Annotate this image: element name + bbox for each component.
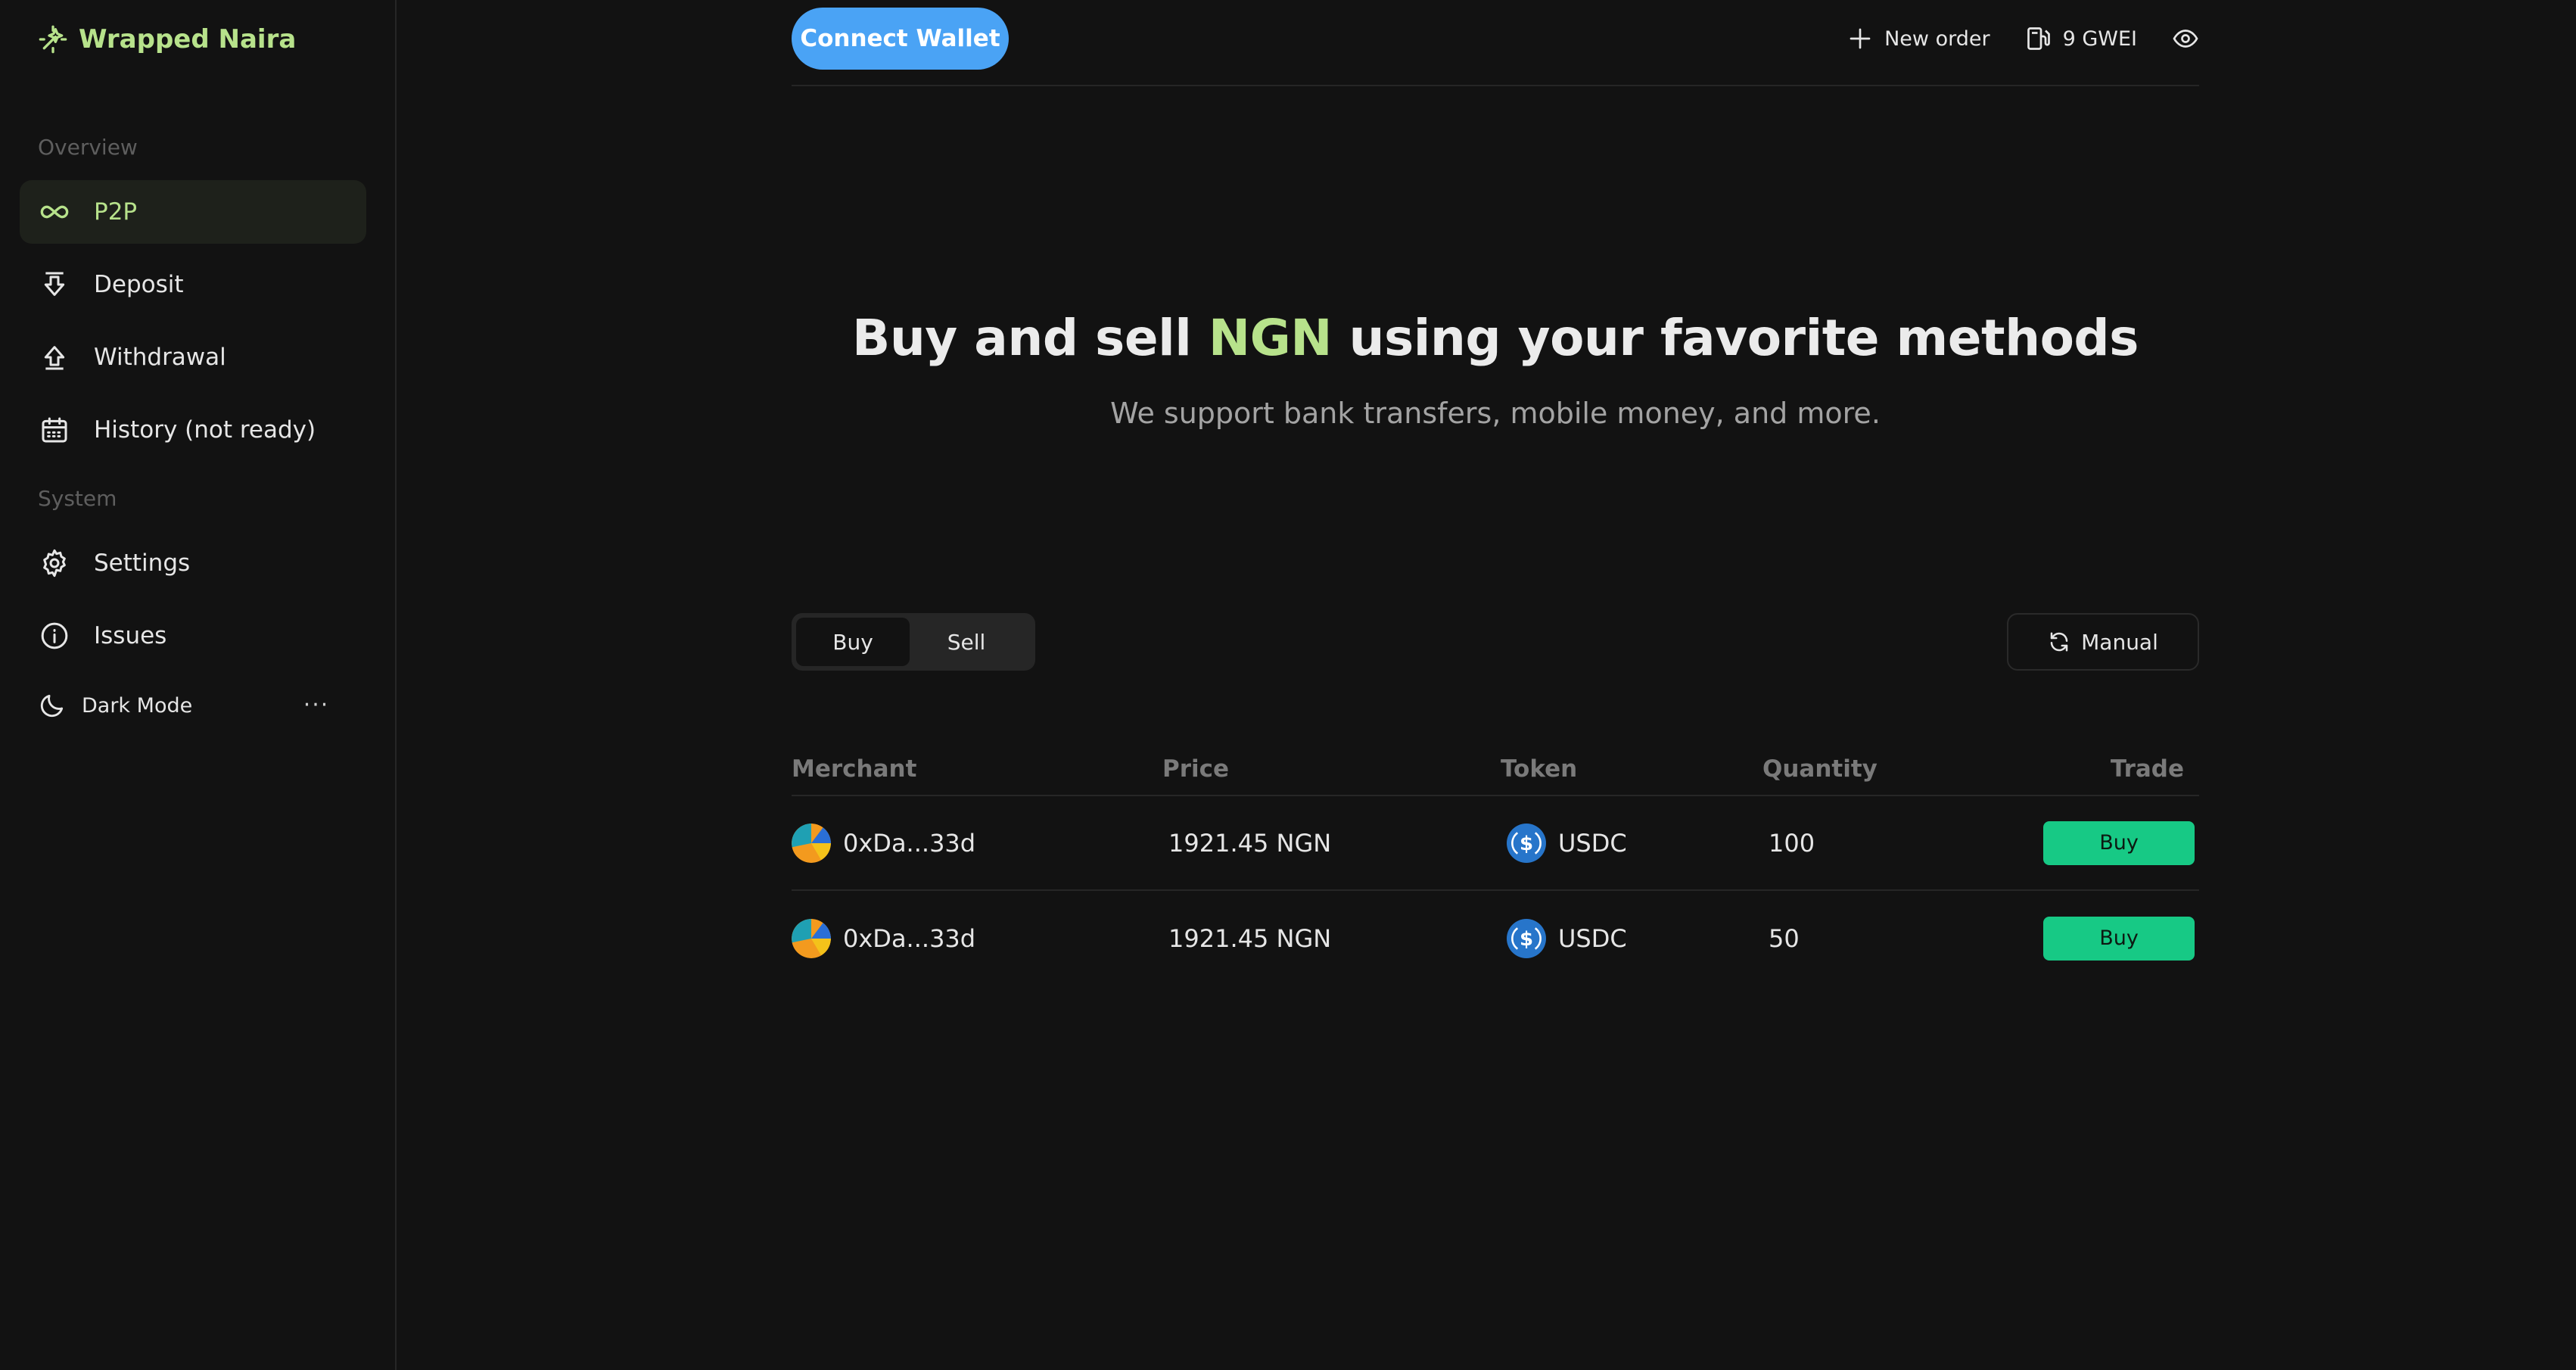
- gear-icon: [38, 546, 71, 580]
- merchant-avatar: [792, 823, 831, 863]
- price-cell: 1921.45 NGN: [1168, 828, 1332, 858]
- table-row: 0xDa...33d 1921.45 NGN $ USDC 50 Buy: [792, 891, 2199, 985]
- merchant-address: 0xDa...33d: [843, 923, 976, 953]
- gas-price-indicator: 9 GWEI: [2025, 25, 2137, 52]
- svg-text:$: $: [1520, 833, 1533, 855]
- trade-cell: Buy: [1990, 820, 2199, 865]
- sidebar-item-label: Deposit: [94, 271, 184, 298]
- new-order-label: New order: [1884, 26, 1990, 51]
- app-root: Wrapped Naira Overview P2P Deposit Withd…: [0, 0, 2576, 1370]
- brand-name: Wrapped Naira: [79, 24, 297, 54]
- sidebar: Wrapped Naira Overview P2P Deposit Withd…: [0, 0, 397, 1370]
- new-order-button[interactable]: New order: [1846, 25, 1990, 52]
- price-cell: 1921.45 NGN: [1168, 923, 1332, 953]
- sidebar-item-label: History (not ready): [94, 416, 316, 444]
- column-header-quantity: Quantity: [1762, 755, 1878, 783]
- dark-mode-toggle[interactable]: Dark Mode: [38, 684, 333, 727]
- usdc-icon: $: [1507, 823, 1546, 863]
- moon-icon: [40, 694, 64, 718]
- merchant-avatar: [792, 918, 831, 958]
- fuel-pump-icon: [2027, 27, 2050, 50]
- token-symbol: USDC: [1558, 828, 1627, 858]
- sidebar-item-deposit[interactable]: Deposit: [20, 253, 366, 316]
- quantity-cell: 100: [1769, 828, 1815, 858]
- column-header-trade: Trade: [2110, 755, 2184, 783]
- eye-icon: [2173, 30, 2198, 48]
- hero-title: Buy and sell NGN using your favorite met…: [792, 309, 2199, 367]
- column-header-token: Token: [1501, 755, 1578, 783]
- visibility-toggle[interactable]: [2172, 25, 2199, 52]
- wand-sparkle-icon: [39, 25, 67, 54]
- info-icon: [38, 619, 71, 652]
- sidebar-item-label: P2P: [94, 198, 138, 226]
- hero-subtitle: We support bank transfers, mobile money,…: [1110, 397, 1881, 430]
- hero-title-pre: Buy and sell: [852, 309, 1209, 367]
- top-bar-actions: New order 9 GWEI: [1846, 20, 2199, 58]
- sidebar-item-history[interactable]: History (not ready): [20, 398, 366, 462]
- tab-sell[interactable]: Sell: [910, 618, 1023, 666]
- arrow-up-from-tray-icon: [38, 341, 71, 374]
- more-options-icon[interactable]: ···: [301, 686, 331, 724]
- sidebar-item-issues[interactable]: Issues: [20, 604, 366, 668]
- sidebar-item-withdrawal[interactable]: Withdrawal: [20, 325, 366, 389]
- sidebar-item-label: Issues: [94, 622, 167, 649]
- tab-buy[interactable]: Buy: [796, 618, 910, 666]
- sidebar-item-p2p[interactable]: P2P: [20, 180, 366, 244]
- column-header-price: Price: [1162, 755, 1230, 783]
- offers-table: Merchant Price Token Quantity Trade 0xDa…: [792, 743, 2199, 985]
- merchant-address: 0xDa...33d: [843, 828, 976, 858]
- connect-wallet-button[interactable]: Connect Wallet: [792, 8, 1009, 70]
- calendar-icon: [38, 413, 71, 447]
- column-header-merchant: Merchant: [792, 755, 917, 783]
- dark-mode-label: Dark Mode: [82, 693, 193, 718]
- sidebar-item-settings[interactable]: Settings: [20, 531, 366, 595]
- usdc-icon: $: [1507, 918, 1546, 958]
- token-symbol: USDC: [1558, 923, 1627, 953]
- buy-sell-toggle: Buy Sell: [792, 613, 1035, 671]
- merchant-cell[interactable]: 0xDa...33d: [792, 918, 1162, 958]
- hero-title-post: using your favorite methods: [1331, 309, 2139, 367]
- manual-refresh-button[interactable]: Manual: [2007, 613, 2199, 671]
- table-header: Merchant Price Token Quantity Trade: [792, 743, 2199, 796]
- refresh-icon: [2050, 632, 2068, 652]
- svg-text:$: $: [1520, 928, 1533, 951]
- buy-button[interactable]: Buy: [2043, 916, 2195, 961]
- top-bar: Connect Wallet New order 9 GWEI: [792, 0, 2199, 86]
- arrow-down-to-tray-icon: [38, 268, 71, 301]
- section-label-system: System: [38, 486, 117, 511]
- hero-title-highlight: NGN: [1208, 309, 1333, 367]
- plus-icon: [1850, 28, 1871, 49]
- gas-price-label: 9 GWEI: [2062, 26, 2137, 51]
- sidebar-item-label: Withdrawal: [94, 344, 226, 371]
- sidebar-item-label: Settings: [94, 550, 191, 577]
- token-cell: $ USDC: [1501, 823, 1762, 863]
- merchant-cell[interactable]: 0xDa...33d: [792, 823, 1162, 863]
- manual-refresh-label: Manual: [2081, 629, 2158, 655]
- brand-logo[interactable]: Wrapped Naira: [38, 21, 296, 58]
- table-row: 0xDa...33d 1921.45 NGN $ USDC 100 Buy: [792, 796, 2199, 891]
- section-label-overview: Overview: [38, 135, 138, 160]
- trade-cell: Buy: [1990, 916, 2199, 961]
- buy-button[interactable]: Buy: [2043, 820, 2195, 865]
- infinity-icon: [38, 195, 71, 229]
- quantity-cell: 50: [1769, 923, 1800, 953]
- token-cell: $ USDC: [1501, 918, 1762, 958]
